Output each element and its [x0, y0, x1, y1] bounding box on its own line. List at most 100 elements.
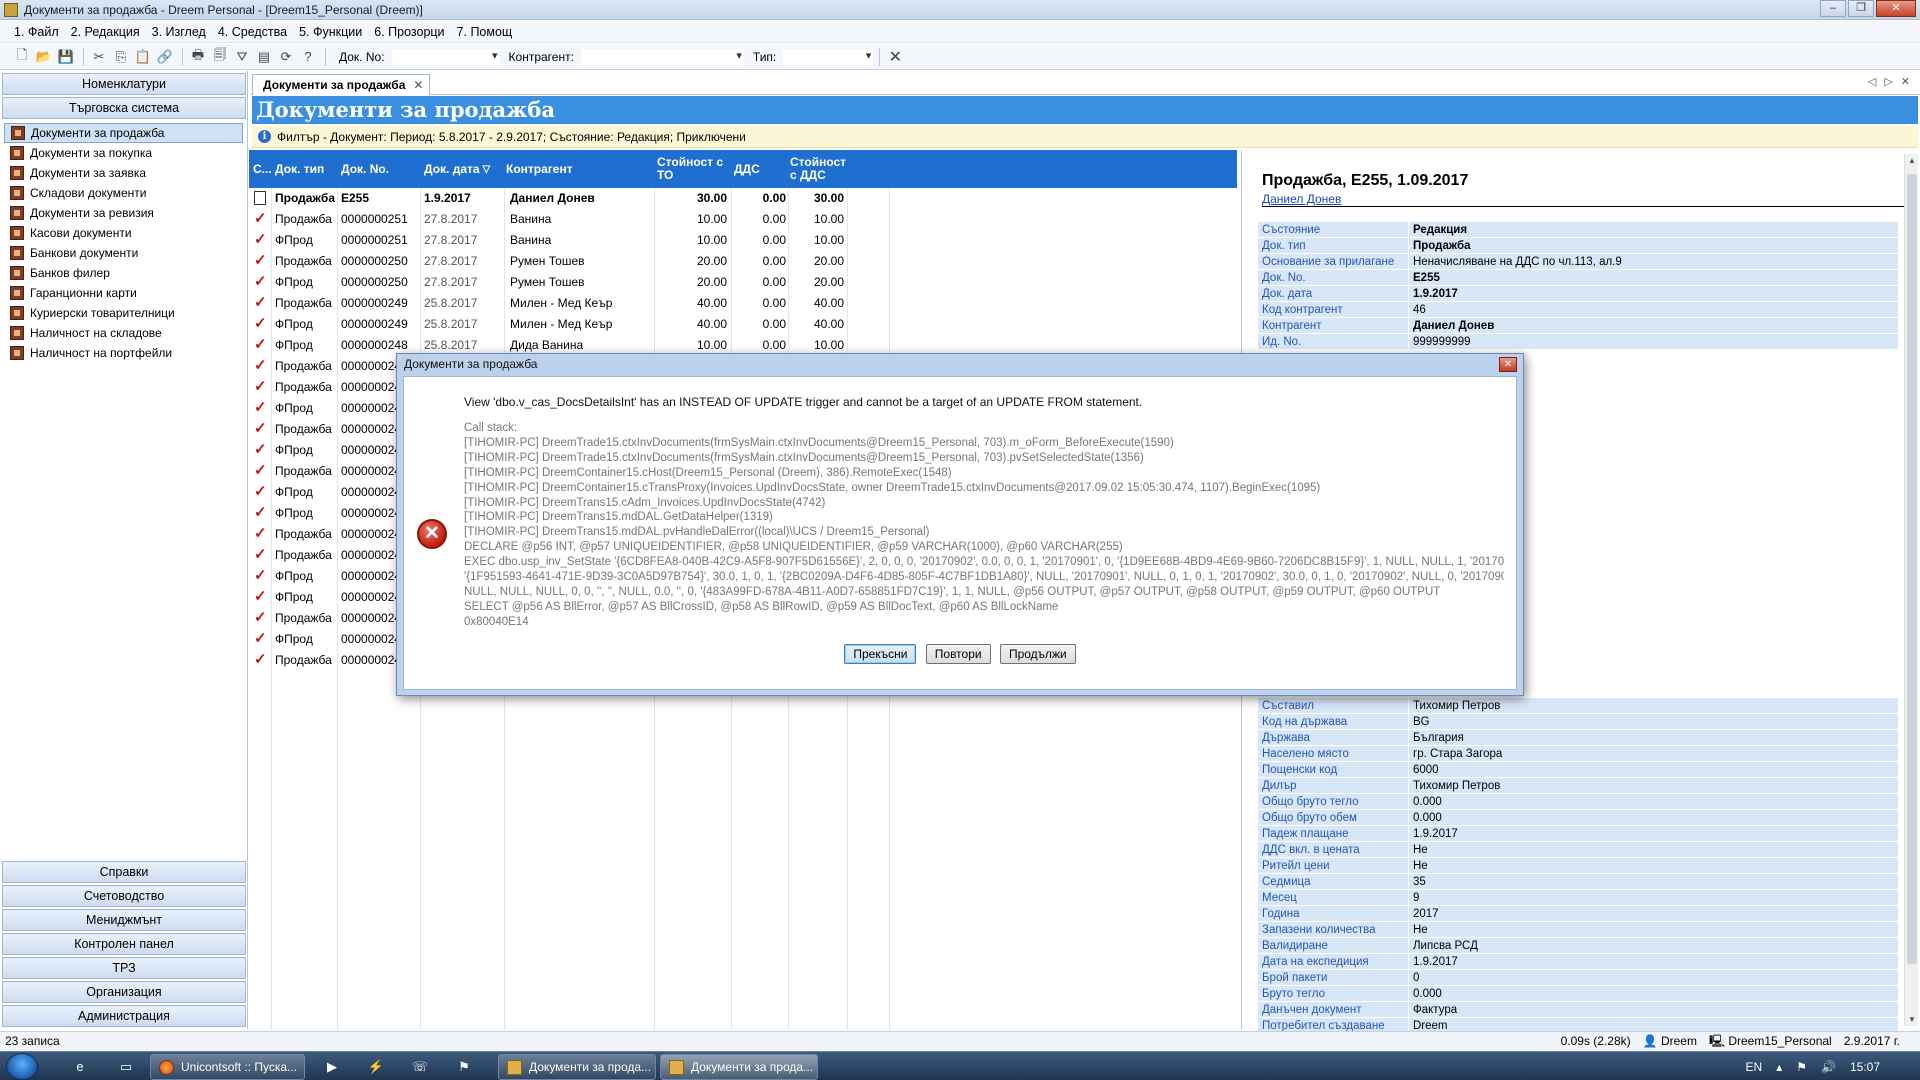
menu-windows[interactable]: 6. Прозорци — [374, 25, 444, 39]
cut-icon[interactable]: ✂ — [89, 47, 109, 67]
nav-header-payroll[interactable]: ТРЗ — [2, 957, 246, 979]
col-header-contragent[interactable]: Контрагент — [506, 150, 656, 188]
nav-item-sales-docs[interactable]: Документи за продажба — [4, 123, 243, 143]
scroll-up-icon[interactable]: ▲ — [1905, 156, 1919, 165]
nav-header-trade-system[interactable]: Търговска система — [2, 97, 246, 119]
media-player-icon[interactable]: ▶ — [312, 1055, 352, 1078]
col-header-date[interactable]: Док. дата ▽ — [424, 150, 504, 188]
filter-bar[interactable]: i Филтър - Документ: Период: 5.8.2017 - … — [252, 126, 1918, 148]
ie-icon[interactable]: e — [60, 1055, 100, 1078]
table-row[interactable]: ✓ Продажба 0000000250 27.8.2017 Румен Тошев 2… — [249, 251, 1239, 272]
new-icon[interactable]: 🗋 — [12, 47, 32, 67]
retry-button[interactable]: Повтори — [925, 644, 991, 664]
tab-close-icon[interactable]: ✕ — [413, 75, 423, 95]
menu-view[interactable]: 3. Изглед — [152, 25, 206, 39]
menu-tools[interactable]: 4. Средства — [218, 25, 287, 39]
paste-icon[interactable]: 📋 — [133, 47, 153, 67]
minimize-button[interactable]: – — [1820, 0, 1846, 17]
continue-button[interactable]: Продължи — [999, 644, 1076, 664]
tab-next-icon[interactable]: ▷ — [1884, 75, 1892, 88]
help-icon[interactable]: ? — [298, 47, 318, 67]
print-preview-icon[interactable]: 🗐 — [210, 47, 230, 67]
table-row[interactable]: ✓ Продажба 0000000249 25.8.2017 Милен - Мед … — [249, 293, 1239, 314]
property-row[interactable]: Седмица 35 — [1258, 874, 1898, 890]
col-header-vat[interactable]: ДДС — [734, 150, 789, 188]
nav-header-organization[interactable]: Организация — [2, 981, 246, 1003]
property-row[interactable]: Док. дата 1.9.2017 — [1258, 286, 1898, 302]
property-row[interactable]: Контрагент Даниел Донев — [1258, 318, 1898, 334]
property-row[interactable]: Ритейл цени Не — [1258, 858, 1898, 874]
property-row[interactable]: Дата на експедиция 1.9.2017 — [1258, 954, 1898, 970]
nav-header-accounting[interactable]: Счетоводство — [2, 885, 246, 907]
property-row[interactable]: Данъчен документ Фактура — [1258, 1002, 1898, 1018]
nav-item-purchase-docs[interactable]: Документи за покупка — [0, 143, 247, 163]
property-row[interactable]: Брой пакети 0 — [1258, 970, 1898, 986]
nav-header-control-panel[interactable]: Контролен панел — [2, 933, 246, 955]
open-icon[interactable]: 📂 — [34, 47, 54, 67]
type-combo[interactable] — [782, 47, 875, 66]
filter-icon[interactable]: ⛛ — [232, 47, 252, 67]
flag-uk-icon[interactable]: ⚑ — [444, 1055, 484, 1078]
nav-item-revision-docs[interactable]: Документи за ревизия — [0, 203, 247, 223]
property-row[interactable]: Док. No. E255 — [1258, 270, 1898, 286]
property-row[interactable]: Валидиране Липсва РСД — [1258, 938, 1898, 954]
nav-item-warehouse-docs[interactable]: Складови документи — [0, 183, 247, 203]
grid-icon[interactable]: ▤ — [254, 47, 274, 67]
property-row[interactable]: Падеж плащане 1.9.2017 — [1258, 826, 1898, 842]
nav-item-warehouse-stock[interactable]: Наличност на складове — [0, 323, 247, 343]
language-indicator[interactable]: EN — [1746, 1060, 1763, 1074]
property-row[interactable]: Държава България — [1258, 730, 1898, 746]
detail-contragent-link[interactable]: Даниел Донев — [1262, 192, 1341, 206]
scroll-down-icon[interactable]: ▼ — [1905, 1015, 1919, 1024]
col-header-value[interactable]: Стойност с ТО — [657, 150, 733, 188]
property-row[interactable]: Година 2017 — [1258, 906, 1898, 922]
property-row[interactable]: Док. тип Продажба — [1258, 238, 1898, 254]
col-header-type[interactable]: Док. тип — [275, 150, 337, 188]
volume-icon[interactable]: 🔊 — [1821, 1060, 1836, 1074]
property-row[interactable]: Състояние Редакция — [1258, 222, 1898, 238]
col-header-status[interactable]: С... — [253, 150, 277, 188]
nav-item-order-docs[interactable]: Документи за заявка — [0, 163, 247, 183]
clear-filter-icon[interactable]: ✕ — [885, 47, 905, 67]
copy-icon[interactable]: ⎘ — [111, 47, 131, 67]
table-row[interactable]: Продажба E255 1.9.2017 Даниел Донев 30.00 0.0… — [249, 188, 1239, 209]
nav-item-bank-filer[interactable]: Банков филер — [0, 263, 247, 283]
print-icon[interactable]: 🖶 — [188, 47, 208, 67]
tab-close-all-icon[interactable]: ✕ — [1901, 75, 1910, 88]
nav-header-reports[interactable]: Справки — [2, 861, 246, 883]
table-row[interactable]: ✓ Продажба 0000000251 27.8.2017 Ванина 10.00 0… — [249, 209, 1239, 230]
nav-header-nomenclatures[interactable]: Номенклатури — [2, 73, 246, 95]
table-row[interactable]: ✓ ФПрод 0000000250 27.8.2017 Румен Тошев 20.0… — [249, 272, 1239, 293]
dialog-close-icon[interactable]: ✕ — [1499, 357, 1517, 372]
property-row[interactable]: Бруто тегло 0.000 — [1258, 986, 1898, 1002]
property-row[interactable]: Населено място гр. Стара Загора — [1258, 746, 1898, 762]
nav-item-warranty-cards[interactable]: Гаранционни карти — [0, 283, 247, 303]
nav-item-bank-docs[interactable]: Банкови документи — [0, 243, 247, 263]
tab-prev-icon[interactable]: ◁ — [1868, 75, 1876, 88]
save-icon[interactable]: 💾 — [56, 47, 76, 67]
scroll-thumb[interactable] — [1907, 174, 1917, 964]
property-row[interactable]: Код на държава BG — [1258, 714, 1898, 730]
property-row[interactable]: Основание за прилагане Неначисляване на Д… — [1258, 254, 1898, 270]
doc-no-combo[interactable] — [390, 47, 501, 66]
tab-sales-docs[interactable]: Документи за продажба ✕ — [252, 74, 431, 95]
property-row[interactable]: Запазени количества Не — [1258, 922, 1898, 938]
property-row[interactable]: Код контрагент 46 — [1258, 302, 1898, 318]
taskbar-firefox[interactable]: Unicontsoft :: Пуска... — [150, 1054, 305, 1080]
abort-button[interactable]: Прекъсни — [844, 644, 917, 664]
start-button[interactable] — [6, 1053, 38, 1080]
refresh-icon[interactable]: ⟳ — [276, 47, 296, 67]
nav-item-portfolio-stock[interactable]: Наличност на портфейли — [0, 343, 247, 363]
col-header-total[interactable]: Стойност с ДДС — [790, 150, 850, 188]
tray-expand-icon[interactable]: ▴ — [1776, 1060, 1782, 1074]
menu-file[interactable]: 1. Файл — [14, 25, 59, 39]
close-window-button[interactable]: ✕ — [1876, 0, 1916, 17]
taskbar-sales-docs-2[interactable]: Документи за прода... — [660, 1054, 818, 1080]
restore-button[interactable]: ❐ — [1848, 0, 1874, 17]
contragent-combo[interactable] — [579, 47, 745, 66]
nav-header-administration[interactable]: Администрация — [2, 1005, 246, 1027]
property-row[interactable]: Пощенски код 6000 — [1258, 762, 1898, 778]
viber-icon[interactable]: ☏ — [400, 1055, 440, 1078]
explorer-icon[interactable]: ▭ — [106, 1055, 146, 1078]
bolt-icon[interactable]: ⚡ — [356, 1055, 396, 1078]
